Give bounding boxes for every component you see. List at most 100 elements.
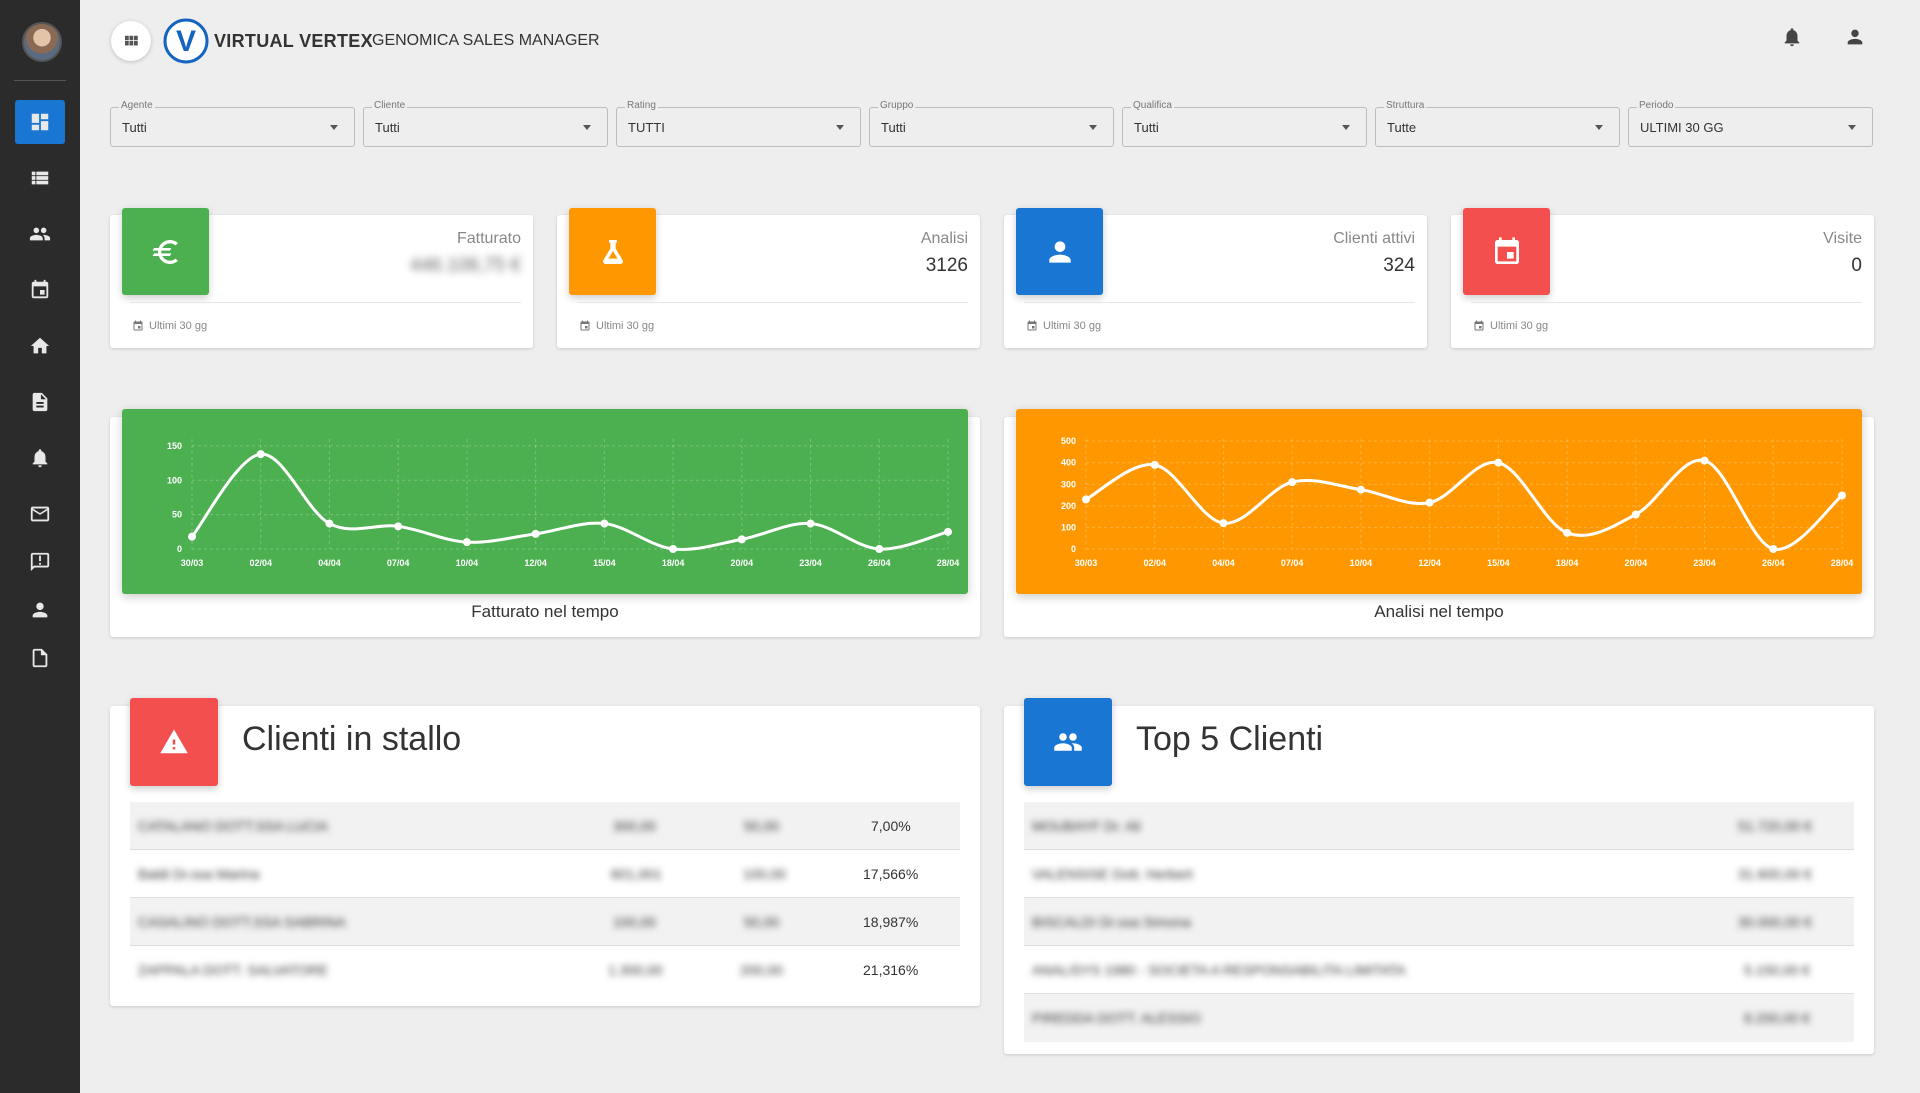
- data-point: [1494, 458, 1503, 467]
- people-icon: [29, 227, 51, 241]
- filter-value: Tutte: [1387, 120, 1417, 135]
- top-clients-icon-box: [1024, 698, 1112, 786]
- table-row[interactable]: BISCALDI Dr.ssa Simona 30.000,00 €: [1024, 898, 1854, 946]
- chevron-down-icon: [836, 125, 844, 130]
- percentage: 18,987%: [863, 914, 919, 930]
- view-toggle-button[interactable]: [111, 21, 151, 61]
- stat-icon-box: [1016, 208, 1103, 295]
- data-point: [462, 538, 471, 547]
- filter-value: Tutti: [881, 120, 906, 135]
- sidebar-item-file[interactable]: [15, 636, 65, 680]
- sidebar-item-home[interactable]: [15, 324, 65, 368]
- chevron-down-icon: [1089, 125, 1097, 130]
- percentage: 7,00%: [871, 818, 911, 834]
- table-row[interactable]: CATALANO DOTT.SSA LUCIA 300,00 50,00 7,0…: [130, 802, 960, 850]
- filter-label: Periodo: [1637, 100, 1676, 111]
- chevron-down-icon: [1595, 125, 1603, 130]
- chevron-down-icon: [1342, 125, 1350, 130]
- table-row[interactable]: ZAPPALA DOTT. SALVATORE 1.300,00 200,00 …: [130, 946, 960, 994]
- value-a: 1.300,00: [608, 962, 663, 978]
- table-row[interactable]: CASALINO DOTT.SSA SABRINA 100,00 50,00 1…: [130, 898, 960, 946]
- filter-value: TUTTI: [628, 120, 665, 135]
- stat-value: 324: [1383, 255, 1415, 276]
- data-point: [1082, 495, 1090, 504]
- brand-name: VIRTUAL VERTEX: [214, 31, 373, 51]
- people-icon: [1054, 733, 1082, 751]
- sidebar-item-feedback[interactable]: [15, 540, 65, 584]
- table-row[interactable]: VALENSISE Dott. Herbert 31.600,00 €: [1024, 850, 1854, 898]
- filter-label: Cliente: [372, 100, 408, 111]
- sidebar-item-calendar[interactable]: [15, 268, 65, 312]
- client-name: VALENSISE Dott. Herbert: [1032, 866, 1193, 882]
- client-name: CATALANO DOTT.SSA LUCIA: [138, 818, 329, 834]
- y-tick-label: 100: [1061, 522, 1076, 532]
- data-point: [1150, 460, 1159, 469]
- stat-footer-text: Ultimi 30 gg: [1490, 320, 1549, 332]
- table-row[interactable]: MOUBAYF Dr. Ali 51.720,00 €: [1024, 802, 1854, 850]
- sidebar-item-dashboard[interactable]: [15, 100, 65, 144]
- table-row[interactable]: ANALISYS 1980 - SOCIETA A RESPONSABILITA…: [1024, 946, 1854, 994]
- bell-icon: [1784, 28, 1800, 47]
- data-point: [1219, 519, 1228, 528]
- stalled-title: Clienti in stallo: [242, 720, 462, 758]
- x-tick-label: 12/04: [1418, 558, 1441, 568]
- feedback-icon: [30, 552, 50, 572]
- dashboard-icon: [31, 113, 49, 131]
- percentage: 17,566%: [863, 866, 919, 882]
- filter-cliente[interactable]: Cliente Tutti: [363, 100, 608, 147]
- home-icon: [30, 337, 50, 354]
- top-clients-table: MOUBAYF Dr. Ali 51.720,00 € VALENSISE Do…: [1024, 802, 1854, 1042]
- filter-periodo[interactable]: Periodo ULTIMI 30 GG: [1628, 100, 1873, 147]
- mail-icon: [30, 506, 50, 522]
- table-row[interactable]: Baldi Dr.ssa Marina 601,001 100,00 17,56…: [130, 850, 960, 898]
- data-point: [1838, 491, 1846, 500]
- chart-title: Fatturato nel tempo: [471, 602, 619, 621]
- avatar[interactable]: [22, 22, 62, 62]
- data-point: [188, 532, 196, 541]
- x-tick-label: 04/04: [1212, 558, 1235, 568]
- filter-rating[interactable]: Rating TUTTI: [616, 100, 861, 147]
- filter-value: Tutti: [122, 120, 147, 135]
- x-tick-label: 02/04: [1143, 558, 1166, 568]
- sidebar-item-notifications[interactable]: [15, 436, 65, 480]
- filter-value: Tutti: [375, 120, 400, 135]
- stat-card-fatturato: Fatturato 446.108,75 € Ultimi 30 gg: [110, 208, 533, 348]
- calendar-icon: [133, 320, 143, 331]
- data-point: [1356, 485, 1365, 494]
- filter-agente[interactable]: Agente Tutti: [110, 100, 355, 147]
- notifications-button[interactable]: [1781, 26, 1805, 50]
- top-clients-card: Top 5 Clienti MOUBAYF Dr. Ali 51.720,00 …: [1004, 698, 1874, 1054]
- data-point: [944, 527, 952, 536]
- sidebar-item-list[interactable]: [15, 156, 65, 200]
- view-module-icon: [125, 35, 138, 46]
- x-tick-label: 20/04: [731, 558, 754, 568]
- table-row[interactable]: PIREDDA DOTT. ALESSIO 8.200,00 €: [1024, 994, 1854, 1042]
- client-revenue: 8.200,00 €: [1744, 1010, 1811, 1026]
- y-tick-label: 150: [167, 441, 182, 451]
- x-tick-label: 18/04: [1556, 558, 1579, 568]
- client-revenue: 5.150,00 €: [1744, 962, 1811, 978]
- y-tick-label: 0: [1071, 544, 1076, 554]
- euro-icon: [152, 239, 178, 264]
- filter-label: Gruppo: [878, 100, 916, 111]
- filter-label: Rating: [625, 100, 658, 111]
- stat-icon-box: [122, 208, 209, 295]
- sidebar-item-clients[interactable]: [15, 212, 65, 256]
- filter-qualifica[interactable]: Qualifica Tutti: [1122, 100, 1367, 147]
- sidebar-item-documents[interactable]: [15, 380, 65, 424]
- sidebar-item-user[interactable]: [15, 588, 65, 632]
- x-tick-label: 04/04: [318, 558, 341, 568]
- data-point: [256, 450, 265, 459]
- app-title: GENOMICA SALES MANAGER: [372, 32, 600, 49]
- divider: [1471, 302, 1862, 303]
- person-icon: [1048, 240, 1071, 263]
- client-name: Baldi Dr.ssa Marina: [138, 866, 260, 882]
- analisi-chart: 0 100 200 300 400 500 30/03 02/04 04/04 07/04 10/0…: [1061, 436, 1853, 568]
- data-point: [394, 522, 403, 531]
- value-b: 100,00: [743, 866, 786, 882]
- account-button[interactable]: [1844, 26, 1868, 50]
- sidebar-item-mail[interactable]: [15, 492, 65, 536]
- filter-struttura[interactable]: Struttura Tutte: [1375, 100, 1620, 147]
- stat-footer-text: Ultimi 30 gg: [149, 320, 208, 332]
- filter-gruppo[interactable]: Gruppo Tutti: [869, 100, 1114, 147]
